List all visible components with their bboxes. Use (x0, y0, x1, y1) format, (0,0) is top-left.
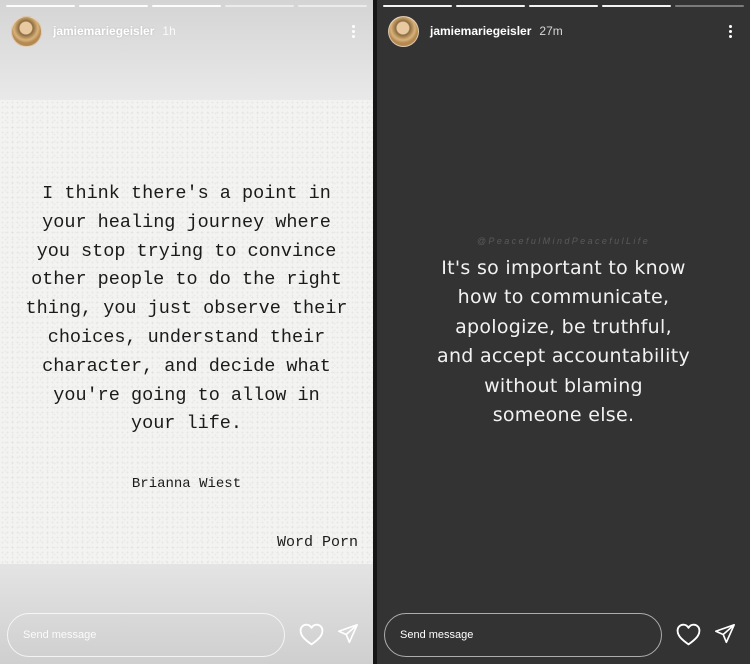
progress-segment (529, 5, 598, 7)
send-icon[interactable] (337, 623, 359, 645)
source-signature: Word Porn (276, 534, 358, 551)
quote-image: I think there's a point in your healing … (0, 100, 373, 564)
avatar[interactable] (388, 15, 419, 47)
statement-text: It's so important to know how to communi… (377, 254, 750, 430)
heart-icon[interactable] (299, 623, 324, 646)
username[interactable]: jamiemariegeisler (53, 24, 154, 38)
quote-line: character, and decide what (42, 355, 331, 377)
statement-line: apologize, be truthful, (455, 315, 672, 338)
quote-line: you're going to allow in (53, 384, 320, 406)
story-progress-bar (383, 5, 744, 7)
quote-line: your healing journey where (42, 211, 331, 233)
quote-line: other people to do the right (31, 269, 342, 291)
quote-line: choices, understand their (47, 326, 326, 348)
avatar[interactable] (11, 15, 42, 47)
watermark-handle: @PeacefulMindPeacefulLife (476, 236, 651, 246)
send-message-input[interactable]: Send message (7, 613, 285, 657)
progress-segment (6, 5, 75, 7)
post-time: 1h (162, 24, 176, 38)
quote-line: you stop trying to convince (36, 240, 337, 262)
progress-segment (602, 5, 671, 7)
progress-segment (675, 5, 744, 7)
send-message-placeholder: Send message (400, 629, 474, 641)
post-time: 27m (539, 24, 563, 38)
send-message-input[interactable]: Send message (384, 613, 662, 657)
quote-line: your life. (130, 413, 243, 435)
progress-segment (79, 5, 148, 7)
story-header: jamiemariegeisler 1h (11, 15, 361, 47)
statement-line: how to communicate, (457, 286, 670, 309)
send-message-placeholder: Send message (23, 629, 97, 641)
statement-line: and accept accountability (437, 345, 690, 368)
statement-line: someone else. (492, 404, 635, 427)
progress-segment (298, 5, 367, 7)
progress-segment (225, 5, 294, 7)
story-left[interactable]: jamiemariegeisler 1h I think there's a p… (0, 0, 373, 664)
quote-line: I think there's a point in (42, 183, 331, 204)
quote-line: thing, you just observe their (25, 298, 348, 320)
more-vertical-icon[interactable] (345, 21, 361, 41)
statement-line: without blaming (484, 374, 643, 397)
progress-segment (152, 5, 221, 7)
send-icon[interactable] (714, 623, 736, 645)
username[interactable]: jamiemariegeisler (430, 24, 531, 38)
quote-author: Brianna Wiest (131, 476, 242, 492)
statement-line: It's so important to know (441, 257, 686, 279)
story-right[interactable]: jamiemariegeisler 27m @PeacefulMindPeace… (377, 0, 750, 664)
progress-segment (383, 5, 452, 7)
more-vertical-icon[interactable] (722, 21, 738, 41)
heart-icon[interactable] (676, 623, 701, 646)
quote-text: I think there's a point in your healing … (20, 180, 353, 439)
story-header: jamiemariegeisler 27m (388, 15, 738, 47)
story-progress-bar (6, 5, 367, 7)
progress-segment (456, 5, 525, 7)
